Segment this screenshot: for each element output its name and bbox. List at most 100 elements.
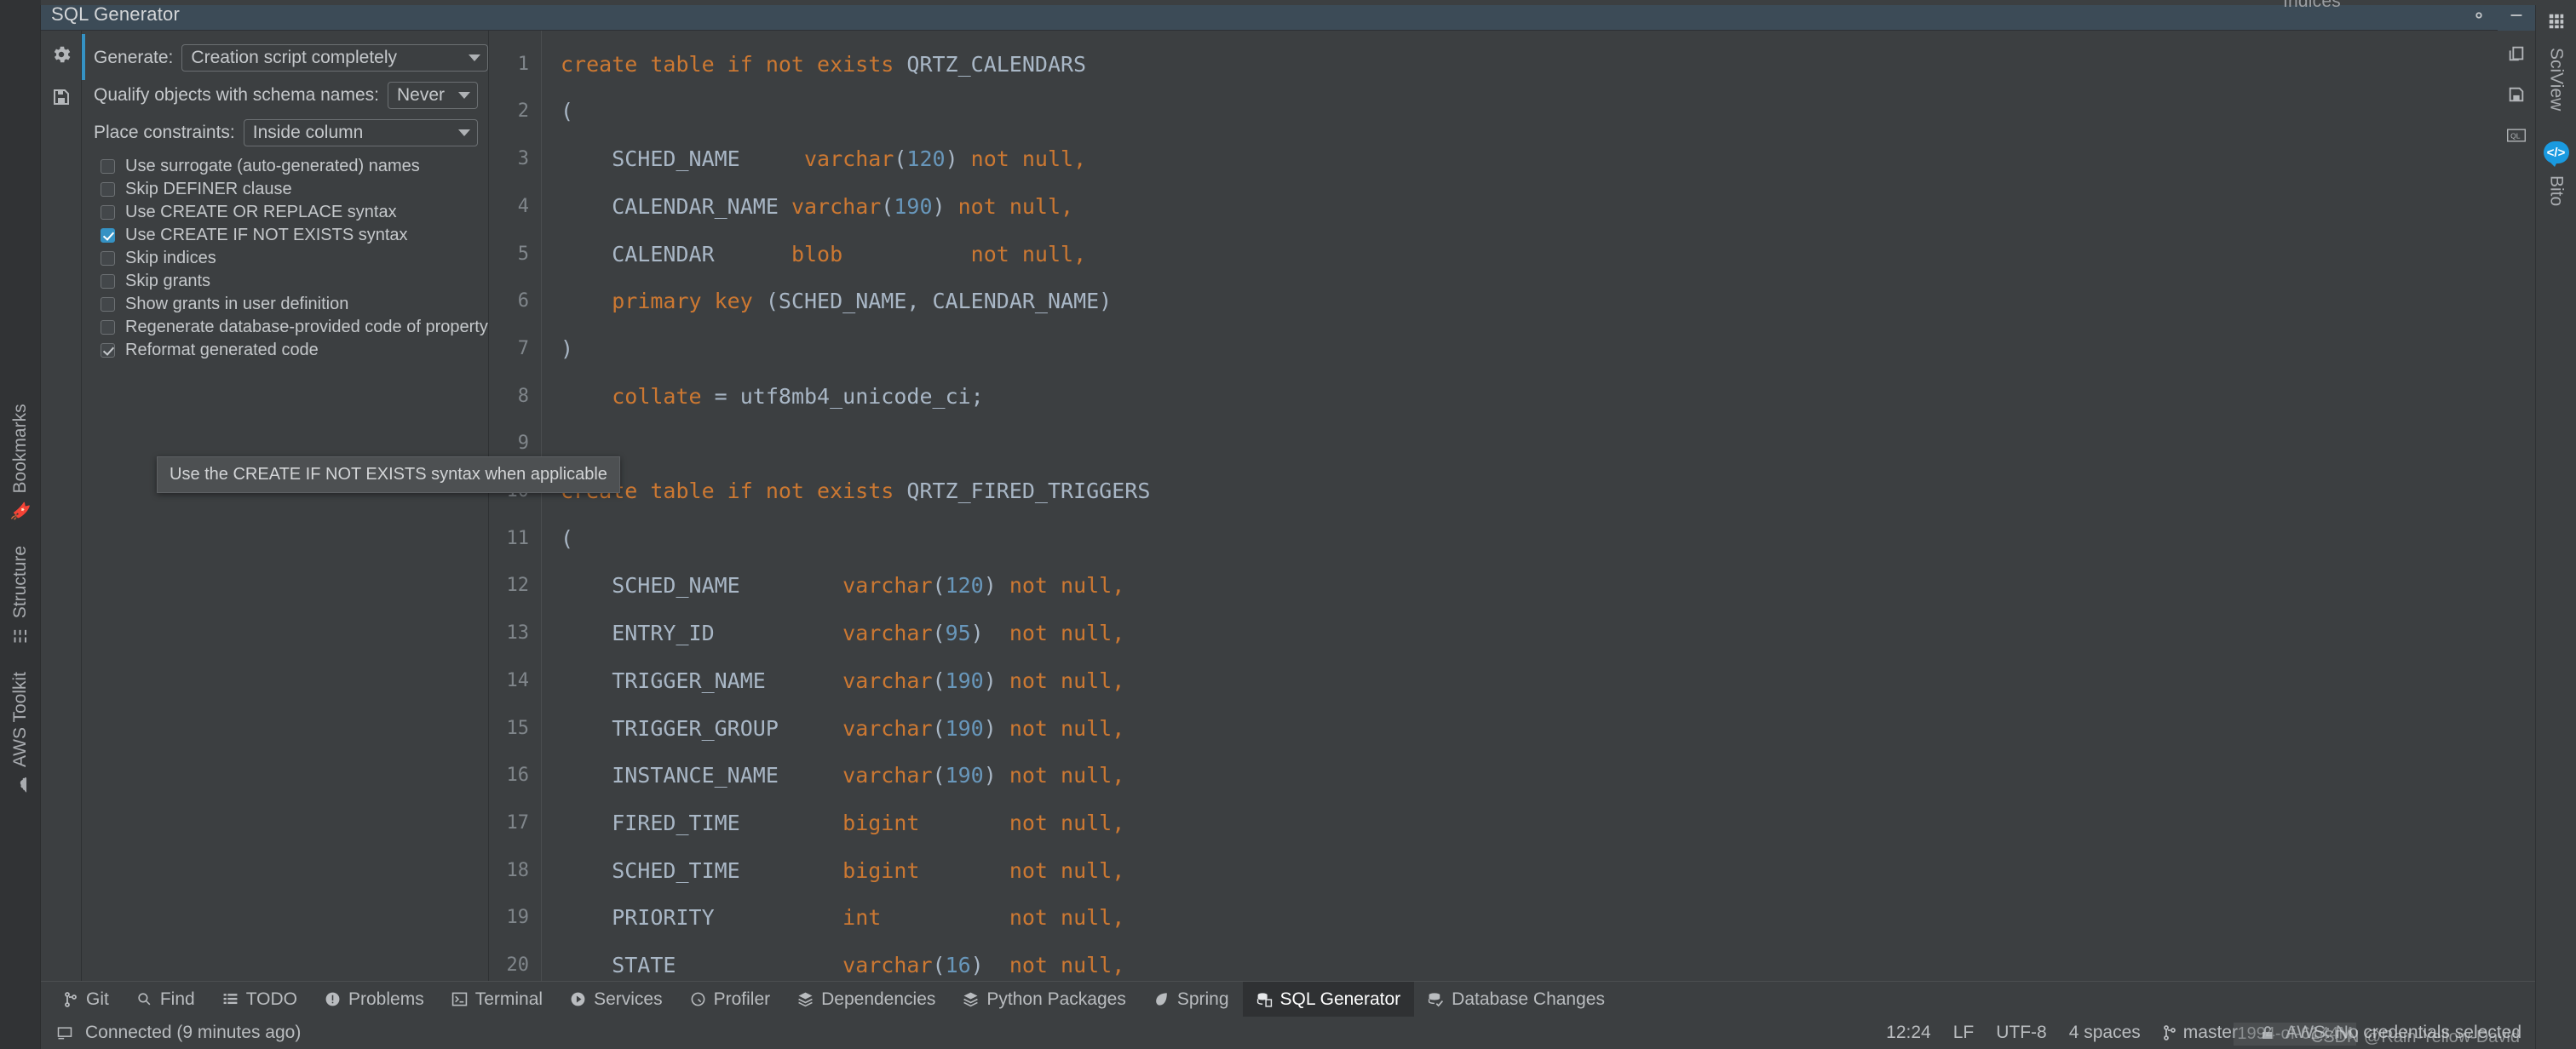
bito-icon[interactable]: </> [2544,141,2569,163]
code-token: not null, [1009,763,1124,788]
settings-gear-icon[interactable] [48,41,75,68]
center-column: SQL Generator [41,0,2535,1049]
indices-label: Indices [2283,0,2341,12]
bottom-tab-sql-generator[interactable]: SQL Generator [1243,982,1415,1017]
checkbox-skip-indices[interactable]: Skip indices [94,247,488,270]
place-constraints-dropdown[interactable]: Inside column [244,119,478,146]
checkbox-regenerate-property-definitions[interactable]: Regenerate database-provided code of pro… [94,316,488,339]
code-token: SCHED_NAME [561,146,804,171]
code-token: ) [984,573,1009,598]
sidebar-item-sciview[interactable]: SciView [2546,39,2567,119]
bottom-tab-terminal[interactable]: Terminal [438,982,556,1017]
checkbox-box [101,343,115,358]
line-number: 6 [489,278,529,325]
checkbox-skip-definer-clause[interactable]: Skip DEFINER clause [94,178,488,201]
qualify-schema-dropdown[interactable]: Never [388,82,478,109]
code-token: SCHED_TIME [561,858,842,883]
dropdown-value: Creation script completely [191,48,462,68]
code-token: ( [894,146,906,171]
copy-icon[interactable] [2504,41,2529,66]
checkbox-label: Show grants in user definition [125,295,348,314]
checkbox-skip-grants[interactable]: Skip grants [94,270,488,293]
checkbox-use-surrogate-names[interactable]: Use surrogate (auto-generated) names [94,155,488,178]
code-token: create table if not exists [561,52,906,77]
code-token: varchar [804,146,894,171]
sql-editor[interactable]: 1234567891011121314151617181920 create t… [489,31,2535,981]
line-number: 11 [489,515,529,563]
code-token: not null, [971,242,1086,267]
indent-setting[interactable]: 4 spaces [2069,1023,2141,1043]
line-number: 4 [489,183,529,231]
right-tool-rail: SciView </> Bito [2535,0,2576,1049]
checkbox-label: Skip grants [125,272,210,291]
bottom-tab-database-changes[interactable]: Database Changes [1414,982,1619,1017]
save-icon[interactable] [2504,82,2529,107]
exclamation-circle-icon [325,991,341,1007]
bottom-tab-profiler[interactable]: Profiler [676,982,785,1017]
editor-line-numbers: 1234567891011121314151617181920 [489,31,542,981]
sidebar-item-aws-toolkit[interactable]: ☁ AWS Toolkit [0,660,41,808]
code-token: QRTZ_CALENDARS [906,52,1086,77]
code-token: not null, [1009,953,1124,977]
file-encoding[interactable]: UTF-8 [1996,1023,2047,1043]
bottom-tab-todo[interactable]: TODO [209,982,311,1017]
checkbox-show-grants-in-user-definition[interactable]: Show grants in user definition [94,293,488,316]
code-token: ) [971,621,1009,645]
bottom-tab-services[interactable]: Services [556,982,676,1017]
ide-window: Indices 🔖 Bookmarks ☷ Structure ☁ AWS To… [0,0,2576,1049]
checkbox-label: Use CREATE OR REPLACE syntax [125,203,397,222]
bottom-tab-problems[interactable]: Problems [311,982,438,1017]
bottom-tab-dependencies[interactable]: Dependencies [784,982,949,1017]
git-branch[interactable]: master [2163,1023,2238,1043]
gauge-icon [690,991,706,1007]
ql-icon[interactable]: QL [2504,123,2529,148]
checkbox-box [101,182,115,197]
connection-status[interactable]: Connected (9 minutes ago) [85,1023,301,1043]
code-token: bigint [842,858,919,883]
line-separator[interactable]: LF [1953,1023,1975,1043]
code-token: ENTRY_ID [561,621,842,645]
sidebar-item-label: Bookmarks [10,404,31,493]
sidebar-item-bookmarks[interactable]: 🔖 Bookmarks [0,392,41,534]
bottom-tab-label: Services [594,989,663,1010]
panel-body: Generate: Creation script completely Qua… [41,31,2535,981]
code-token: CALENDAR [561,242,791,267]
checkbox-create-or-replace[interactable]: Use CREATE OR REPLACE syntax [94,201,488,224]
status-right: 12:24 LF UTF-8 4 spaces master [1886,1023,2521,1043]
code-token: int [842,905,881,930]
code-token: CALENDAR_NAME [561,194,791,219]
left-tool-rail: 🔖 Bookmarks ☷ Structure ☁ AWS Toolkit [0,0,41,1049]
bottom-tab-python-packages[interactable]: Python Packages [949,982,1139,1017]
code-token: 190 [946,763,984,788]
code-token: not null, [1009,668,1124,693]
code-token: not null, [958,194,1073,219]
bottom-tab-git[interactable]: Git [49,982,123,1017]
sidebar-item-bito[interactable]: Bito [2546,167,2567,215]
checkbox-create-if-not-exists[interactable]: Use CREATE IF NOT EXISTS syntax [94,224,488,247]
checkbox-label: Reformat generated code [125,341,319,360]
grid-icon[interactable] [2536,7,2576,36]
line-number: 13 [489,610,529,657]
save-icon[interactable] [48,83,75,111]
checkbox-reformat-generated-code[interactable]: Reformat generated code [94,339,488,362]
bottom-tab-find[interactable]: Find [123,982,209,1017]
bottom-tab-spring[interactable]: Spring [1140,982,1243,1017]
editor-code[interactable]: create table if not exists QRTZ_CALENDAR… [542,31,2498,981]
code-token: ) [561,336,573,361]
status-left: Connected (9 minutes ago) [56,1023,301,1043]
layers-icon [797,991,814,1007]
accent-bar [82,34,85,80]
checkbox-label: Use CREATE IF NOT EXISTS syntax [125,226,408,245]
line-number: 3 [489,135,529,183]
sidebar-item-label: SciView [2546,48,2567,111]
code-token: primary key [612,289,766,313]
bottom-tab-label: Terminal [475,989,543,1010]
git-branch-icon [2163,1024,2176,1041]
sidebar-item-label: AWS Toolkit [10,672,31,767]
code-token: 190 [946,716,984,741]
caret-position[interactable]: 12:24 [1886,1023,1931,1043]
generate-dropdown[interactable]: Creation script completely [181,44,488,72]
sidebar-item-structure[interactable]: ☷ Structure [0,534,41,659]
bottom-tab-label: Spring [1177,989,1229,1010]
line-number: 1 [489,41,529,89]
